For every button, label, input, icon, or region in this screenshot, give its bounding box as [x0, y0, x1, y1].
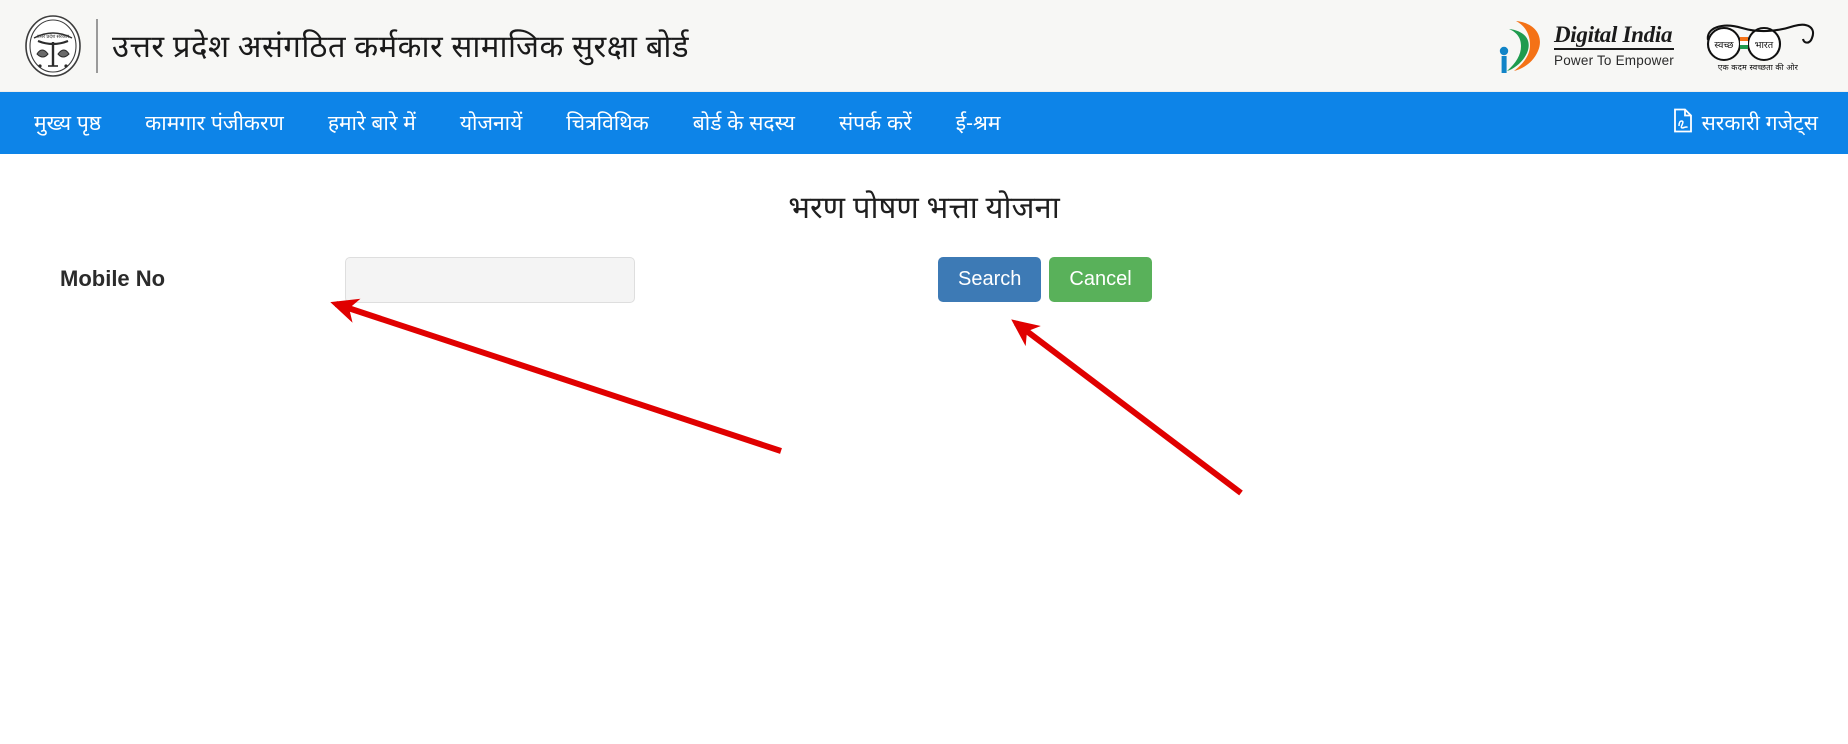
swachh-bharat-glasses-icon: स्वच्छ भारत — [1706, 23, 1814, 62]
main-navigation: मुख्य पृष्ठ कामगार पंजीकरण हमारे बारे मे… — [0, 92, 1848, 154]
arrow-to-mobile-input — [330, 298, 782, 454]
nav-item-schemes[interactable]: योजनायें — [438, 109, 544, 137]
nav-item-eshram[interactable]: ई-श्रम — [934, 109, 1023, 137]
site-title: उत्तर प्रदेश असंगठित कर्मकार सामाजिक सुर… — [112, 28, 690, 64]
search-button[interactable]: Search — [938, 257, 1042, 302]
digital-india-tagline: Power To Empower — [1554, 53, 1674, 69]
header-logos: Digital India Power To Empower स्वच्छ भा… — [1496, 17, 1826, 75]
mobile-no-input[interactable] — [345, 257, 635, 303]
arrow-to-search-button — [1011, 319, 1243, 496]
nav-item-worker-registration[interactable]: कामगार पंजीकरण — [123, 109, 306, 137]
svg-text:स्वच्छ: स्वच्छ — [1714, 41, 1734, 51]
main-content: भरण पोषण भत्ता योजना Mobile No Search Ca… — [0, 154, 1848, 314]
mobile-search-form: Mobile No Search Cancel — [0, 254, 1848, 314]
nav-item-board-members[interactable]: बोर्ड के सदस्य — [671, 109, 817, 137]
svg-text:उत्तर प्रदेश सरकार: उत्तर प्रदेश सरकार — [37, 33, 70, 40]
swachh-bharat-logo: स्वच्छ भारत एक कदम स्वच्छता की ओर — [1696, 18, 1820, 73]
header-divider — [96, 18, 98, 73]
digital-india-logo: Digital India Power To Empower — [1496, 17, 1674, 75]
nav-gazettes-label: सरकारी गजेट्स — [1701, 112, 1818, 135]
uttar-pradesh-emblem-icon: उत्तर प्रदेश सरकार — [22, 12, 84, 80]
nav-item-about-us[interactable]: हमारे बारे में — [306, 109, 438, 137]
cancel-button[interactable]: Cancel — [1049, 257, 1152, 302]
nav-item-government-gazettes[interactable]: सरकारी गजेट्स — [1672, 108, 1818, 139]
form-button-group: Search Cancel — [938, 257, 1152, 302]
swachh-bharat-tagline: एक कदम स्वच्छता की ओर — [1717, 63, 1799, 72]
digital-india-swirl-icon — [1499, 20, 1540, 73]
nav-item-home[interactable]: मुख्य पृष्ठ — [34, 109, 123, 137]
nav-item-list: मुख्य पृष्ठ कामगार पंजीकरण हमारे बारे मे… — [34, 109, 1022, 137]
site-header: उत्तर प्रदेश सरकार उत्तर प्रदेश असंगठित … — [0, 0, 1848, 92]
nav-item-gallery[interactable]: चित्रविथिक — [544, 109, 670, 137]
mobile-no-label: Mobile No — [60, 266, 166, 291]
nav-item-contact-us[interactable]: संपर्क करें — [817, 109, 934, 137]
pdf-file-icon — [1672, 108, 1694, 139]
svg-text:भारत: भारत — [1755, 41, 1774, 51]
digital-india-wordmark: Digital India — [1554, 23, 1674, 51]
page-root: उत्तर प्रदेश सरकार उत्तर प्रदेश असंगठित … — [0, 0, 1848, 744]
page-title: भरण पोषण भत्ता योजना — [788, 190, 1060, 225]
